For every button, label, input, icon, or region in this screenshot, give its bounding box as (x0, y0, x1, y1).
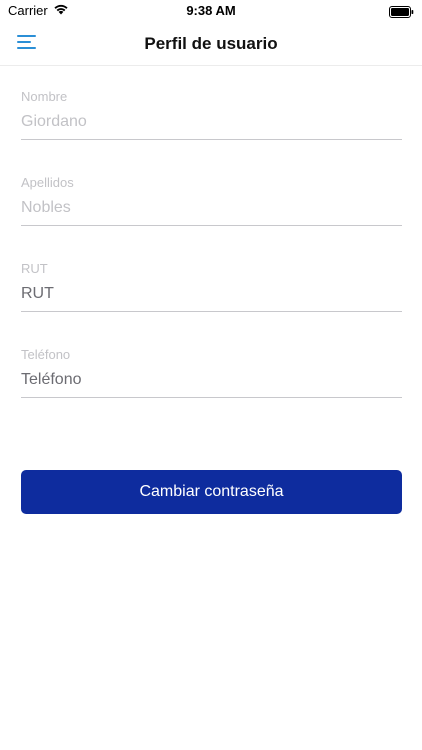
nombre-field-group: Nombre (21, 66, 402, 152)
rut-label: RUT (21, 261, 48, 276)
apellidos-input[interactable] (21, 196, 402, 226)
battery-icon (389, 5, 414, 23)
telefono-input[interactable] (21, 368, 402, 398)
rut-input[interactable] (21, 282, 402, 312)
menu-button[interactable] (14, 33, 40, 55)
telefono-field-group: Teléfono (21, 324, 402, 410)
page-title: Perfil de usuario (144, 34, 278, 53)
status-right (389, 5, 414, 23)
nombre-label: Nombre (21, 89, 68, 104)
status-bar: Carrier 9:38 AM (0, 0, 422, 24)
change-password-button[interactable]: Cambiar contraseña (21, 470, 402, 514)
profile-form: Nombre Apellidos RUT Teléfono (21, 66, 402, 410)
telefono-label: Teléfono (21, 347, 71, 362)
navigation-bar: Perfil de usuario (0, 24, 422, 66)
nombre-input[interactable] (21, 110, 402, 140)
profile-screen: Carrier 9:38 AM Perfil de usuario Nombre… (0, 0, 422, 750)
apellidos-field-group: Apellidos (21, 152, 402, 238)
status-time: 9:38 AM (186, 3, 236, 18)
hamburger-menu-icon (17, 34, 37, 55)
apellidos-label: Apellidos (21, 175, 74, 190)
rut-field-group: RUT (21, 238, 402, 324)
